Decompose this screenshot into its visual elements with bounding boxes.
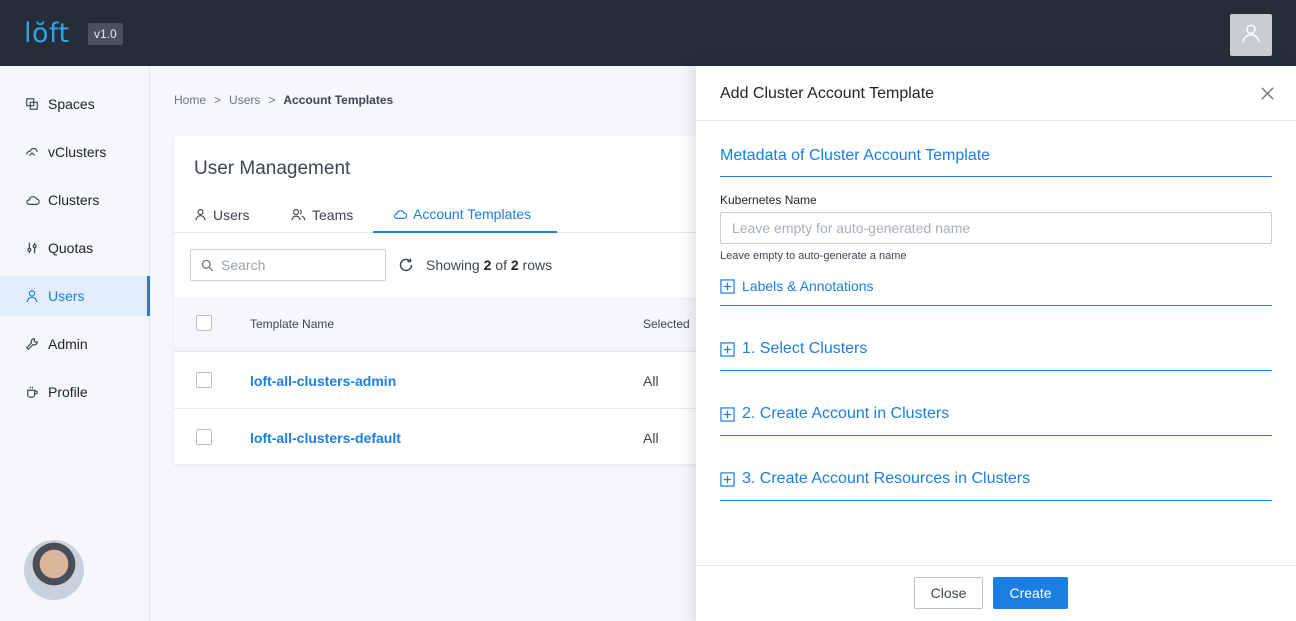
table-row[interactable]: loft-all-clusters-admin All — [174, 352, 774, 409]
plus-square-icon — [720, 341, 735, 357]
logo-text: lŏft — [24, 17, 70, 49]
section-divider — [720, 435, 1272, 436]
spaces-icon — [24, 96, 40, 112]
section-divider — [720, 500, 1272, 501]
wrench-icon — [24, 336, 40, 352]
create-button[interactable]: Create — [993, 577, 1068, 609]
team-icon — [291, 208, 306, 221]
tab-label: Teams — [312, 206, 354, 223]
select-clusters-section[interactable]: 1. Select Clusters — [720, 340, 867, 358]
close-icon[interactable] — [1260, 86, 1276, 102]
column-header-template-name[interactable]: Template Name — [250, 317, 334, 331]
user-management-card: User Management Users Teams Account Temp… — [174, 136, 774, 464]
sidebar-item-admin[interactable]: Admin — [0, 324, 150, 364]
search-box[interactable]: Search — [190, 249, 386, 281]
vcluster-icon — [24, 144, 40, 160]
selected-clusters-value: All — [643, 373, 659, 389]
search-icon — [201, 259, 214, 272]
avatar[interactable] — [24, 540, 84, 600]
showing-of: of — [495, 257, 507, 273]
sidebar-item-clusters[interactable]: Clusters — [0, 180, 150, 220]
coffee-icon — [24, 384, 40, 400]
showing-total: 2 — [510, 257, 519, 273]
add-template-drawer: Add Cluster Account Template Metadata of… — [696, 66, 1296, 621]
refresh-icon[interactable] — [398, 257, 414, 273]
create-account-section[interactable]: 2. Create Account in Clusters — [720, 405, 949, 423]
column-header-selected[interactable]: Selected — [643, 317, 690, 331]
row-checkbox[interactable] — [196, 372, 212, 388]
sidebar-item-label: vClusters — [48, 144, 107, 160]
sidebar-item-label: Spaces — [48, 96, 95, 112]
breadcrumb-home[interactable]: Home — [174, 93, 206, 107]
breadcrumb-users[interactable]: Users — [229, 93, 260, 107]
search-placeholder: Search — [221, 257, 266, 273]
sidebar-item-label: Users — [48, 288, 85, 304]
cloud-icon — [393, 208, 407, 220]
expander-label: 3. Create Account Resources in Clusters — [742, 470, 1031, 487]
table-header: Template Name Selected — [174, 297, 774, 352]
version-badge: v1.0 — [88, 23, 123, 45]
kubernetes-name-hint: Leave empty to auto-generate a name — [720, 250, 907, 262]
sidebar-item-label: Clusters — [48, 192, 100, 208]
metadata-section-title: Metadata of Cluster Account Template — [720, 147, 991, 164]
select-all-checkbox[interactable] — [196, 315, 212, 331]
page-title: User Management — [194, 158, 351, 179]
sidebar-item-users[interactable]: Users — [0, 276, 150, 316]
tab-users[interactable]: Users — [194, 196, 264, 233]
plus-square-icon — [720, 278, 735, 294]
user-menu-button[interactable] — [1230, 14, 1272, 56]
sidebar-item-quotas[interactable]: Quotas — [0, 228, 150, 268]
sidebar-item-label: Admin — [48, 336, 88, 352]
tab-bar: Users Teams Account Templates — [174, 196, 774, 233]
labels-annotations-toggle[interactable]: Labels & Annotations — [720, 278, 874, 294]
drawer-title: Add Cluster Account Template — [720, 85, 935, 102]
kubernetes-name-input[interactable] — [720, 212, 1272, 244]
sidebar-item-label: Quotas — [48, 240, 94, 256]
breadcrumb-current: Account Templates — [283, 93, 394, 107]
loft-logo[interactable]: lŏft — [24, 17, 70, 49]
close-button[interactable]: Close — [914, 577, 983, 609]
top-bar: lŏft v1.0 — [0, 0, 1296, 66]
sidebar-item-label: Profile — [48, 384, 88, 400]
user-icon — [24, 288, 40, 304]
table-row[interactable]: loft-all-clusters-default All — [174, 409, 774, 466]
tab-teams[interactable]: Teams — [291, 196, 371, 233]
plus-square-icon — [720, 471, 735, 487]
breadcrumb: Home > Users > Account Templates — [174, 93, 393, 107]
plus-square-icon — [720, 406, 735, 422]
tab-label: Account Templates — [413, 205, 532, 222]
showing-count: 2 — [483, 257, 492, 273]
row-checkbox[interactable] — [196, 429, 212, 445]
kubernetes-name-label: Kubernetes Name — [720, 193, 817, 207]
user-icon — [194, 208, 207, 221]
showing-prefix: Showing — [426, 257, 480, 273]
section-divider — [720, 370, 1272, 371]
tab-account-templates[interactable]: Account Templates — [373, 196, 557, 233]
expander-label: Labels & Annotations — [742, 278, 874, 294]
showing-suffix: rows — [522, 257, 553, 273]
create-account-resources-section[interactable]: 3. Create Account Resources in Clusters — [720, 470, 1030, 488]
section-divider — [720, 305, 1272, 306]
sidebar-item-profile[interactable]: Profile — [0, 372, 150, 412]
breadcrumb-separator: > — [214, 93, 222, 107]
sidebar: Spaces vClusters Clusters Quotas Users A… — [0, 66, 150, 621]
sliders-icon — [24, 240, 40, 256]
breadcrumb-separator: > — [268, 93, 276, 107]
row-count-text: Showing 2 of 2 rows — [426, 257, 552, 273]
tab-label: Users — [213, 206, 250, 223]
expander-label: 1. Select Clusters — [742, 340, 868, 357]
cloud-icon — [24, 192, 40, 208]
expander-label: 2. Create Account in Clusters — [742, 405, 950, 422]
sidebar-item-spaces[interactable]: Spaces — [0, 84, 150, 124]
section-divider — [720, 176, 1272, 177]
user-icon — [1240, 22, 1262, 49]
drawer-footer: Close Create — [696, 565, 1296, 621]
selected-clusters-value: All — [643, 430, 659, 446]
template-name-link[interactable]: loft-all-clusters-default — [250, 430, 401, 446]
drawer-header: Add Cluster Account Template — [696, 66, 1296, 121]
template-name-link[interactable]: loft-all-clusters-admin — [250, 373, 396, 389]
sidebar-item-vclusters[interactable]: vClusters — [0, 132, 150, 172]
